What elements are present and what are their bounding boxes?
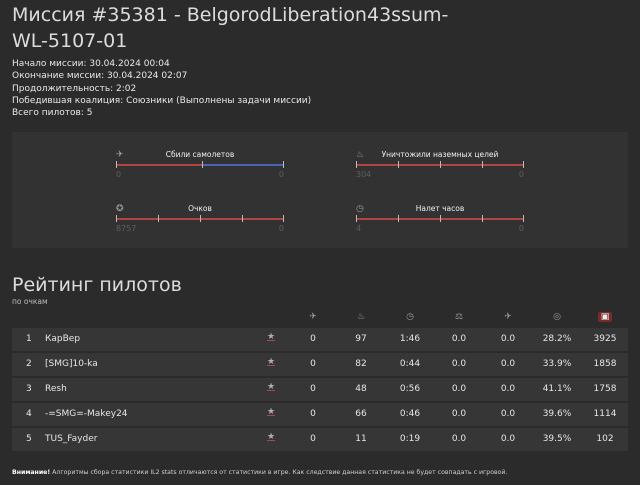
cell-ground: 48 [355, 384, 367, 394]
table-row[interactable]: 3 Resh ★ 0 48 0:56 0.0 0.0 41.1% 1758 [12, 378, 628, 401]
ranking-title: Рейтинг пилотов [12, 274, 182, 296]
ranking-subtitle: по очкам [12, 297, 48, 306]
stat-right-value: 0 [518, 224, 524, 233]
cell-accuracy: 39.5% [542, 434, 572, 444]
star-icon: ★ [267, 332, 276, 342]
table-row[interactable]: 5 TUS_Fayder ★ 0 11 0:19 0.0 0.0 39.5% 1… [12, 428, 628, 451]
table-row[interactable]: 4 -=SMG=-Makey24 ★ 0 66 0:46 0.0 0.0 39.… [12, 403, 628, 426]
mission-info: Начало миссии: 30.04.2024 00:04 Окончани… [12, 58, 311, 119]
star-icon: ★ [267, 432, 276, 442]
cell-kills: 0 [310, 359, 316, 369]
rank-number: 1 [26, 334, 32, 344]
cell-score: 1758 [593, 384, 617, 394]
stat-right-value: 0 [278, 170, 284, 179]
stat-flight-hours: ◷ Налет часов 4 0 [356, 204, 524, 244]
stat-left-value: 8757 [116, 224, 137, 233]
cell-kills: 0 [310, 384, 316, 394]
cell-time: 0:19 [399, 434, 421, 444]
stat-label: Очков [188, 204, 212, 213]
mission-start: Начало миссии: 30.04.2024 00:04 [12, 59, 170, 69]
cell-ratio2: 0.0 [500, 359, 516, 369]
pilot-name[interactable]: -=SMG=-Makey24 [45, 409, 128, 419]
rank-number: 4 [26, 409, 32, 419]
cell-ratio2: 0.0 [500, 384, 516, 394]
cell-ground: 66 [355, 409, 367, 419]
cell-score: 1858 [593, 359, 617, 369]
target-icon[interactable]: ◎ [550, 312, 564, 322]
rank-number: 5 [26, 434, 32, 444]
total-pilots: Всего пилотов: 5 [12, 108, 93, 119]
cell-kills: 0 [310, 409, 316, 419]
pilot-name[interactable]: Resh [45, 384, 67, 394]
mission-stats-panel: ✈ Сбили самолетов 0 0 ♨ Уничтожили назем… [12, 132, 628, 248]
stat-right-value: 0 [518, 170, 524, 179]
mission-end: Окончание миссии: 30.04.2024 02:07 [12, 71, 188, 82]
star-icon: ★ [267, 407, 276, 417]
stat-left-value: 0 [116, 170, 122, 179]
table-row[interactable]: 1 КарВер ★ 0 97 1:46 0.0 0.0 28.2% 3925 [12, 328, 628, 351]
ranking-table-header: ✈ ♨ ◷ ⚖ ✈ ◎ ▣ [12, 311, 628, 328]
cell-ratio2: 0.0 [500, 334, 516, 344]
cell-accuracy: 28.2% [542, 334, 572, 344]
scales-icon[interactable]: ⚖ [452, 312, 466, 322]
table-row[interactable]: 2 [SMG]10-ka ★ 0 82 0:44 0.0 0.0 33.9% 1… [12, 353, 628, 376]
cell-accuracy: 39.6% [542, 409, 572, 419]
cell-time: 0:46 [399, 409, 421, 419]
stat-label: Уничтожили наземных целей [381, 150, 499, 159]
stat-planes-shot: ✈ Сбили самолетов 0 0 [116, 150, 284, 190]
cell-score: 3925 [593, 334, 617, 344]
cell-score: 102 [596, 434, 614, 444]
cell-time: 1:46 [399, 334, 421, 344]
cell-ground: 11 [355, 434, 367, 444]
cell-time: 0:56 [399, 384, 421, 394]
page-title: Миссия #35381 - BelgorodLiberation43ssum… [12, 4, 449, 52]
pilot-name[interactable]: [SMG]10-ka [45, 359, 98, 369]
cell-ground: 97 [355, 334, 367, 344]
fire-icon[interactable]: ♨ [354, 312, 368, 322]
cell-accuracy: 41.1% [542, 384, 572, 394]
cell-ratio1: 0.0 [451, 334, 467, 344]
score-icon[interactable]: ▣ [598, 312, 612, 322]
footer-warning: Внимание! [12, 469, 51, 476]
pilot-name[interactable]: TUS_Fayder [45, 434, 97, 444]
winning-coalition: Победившая коалиция: Союзники (Выполнены… [12, 95, 312, 106]
stat-points: ✪ Очков 8757 0 [116, 204, 284, 244]
cell-ratio1: 0.0 [451, 409, 467, 419]
stat-left-value: 4 [356, 224, 362, 233]
cell-kills: 0 [310, 434, 316, 444]
mission-duration: Продолжительность: 2:02 [12, 83, 137, 94]
stat-label: Налет часов [415, 204, 465, 213]
star-icon: ★ [267, 357, 276, 367]
plane-kill-icon[interactable]: ✈ [501, 312, 515, 322]
cell-score: 1114 [593, 409, 617, 419]
stat-label: Сбили самолетов [165, 150, 235, 159]
cell-time: 0:44 [399, 359, 421, 369]
cell-ground: 82 [355, 359, 367, 369]
rank-number: 3 [26, 384, 32, 394]
cell-ratio1: 0.0 [451, 359, 467, 369]
cell-kills: 0 [310, 334, 316, 344]
stat-ground-targets: ♨ Уничтожили наземных целей 304 0 [356, 150, 524, 190]
plane-icon[interactable]: ✈ [306, 312, 320, 322]
cell-ratio1: 0.0 [451, 434, 467, 444]
star-icon: ★ [267, 382, 276, 392]
stat-left-value: 304 [356, 170, 372, 179]
footer-text: Алгоритмы сбора статистики IL2 stats отл… [50, 469, 508, 476]
footer-note: Внимание! Алгоритмы сбора статистики IL2… [12, 469, 507, 476]
cell-ratio2: 0.0 [500, 409, 516, 419]
cell-accuracy: 33.9% [542, 359, 572, 369]
stat-right-value: 0 [278, 224, 284, 233]
pilot-name[interactable]: КарВер [45, 334, 80, 344]
rank-number: 2 [26, 359, 32, 369]
clock-icon[interactable]: ◷ [403, 312, 417, 322]
cell-ratio2: 0.0 [500, 434, 516, 444]
cell-ratio1: 0.0 [451, 384, 467, 394]
